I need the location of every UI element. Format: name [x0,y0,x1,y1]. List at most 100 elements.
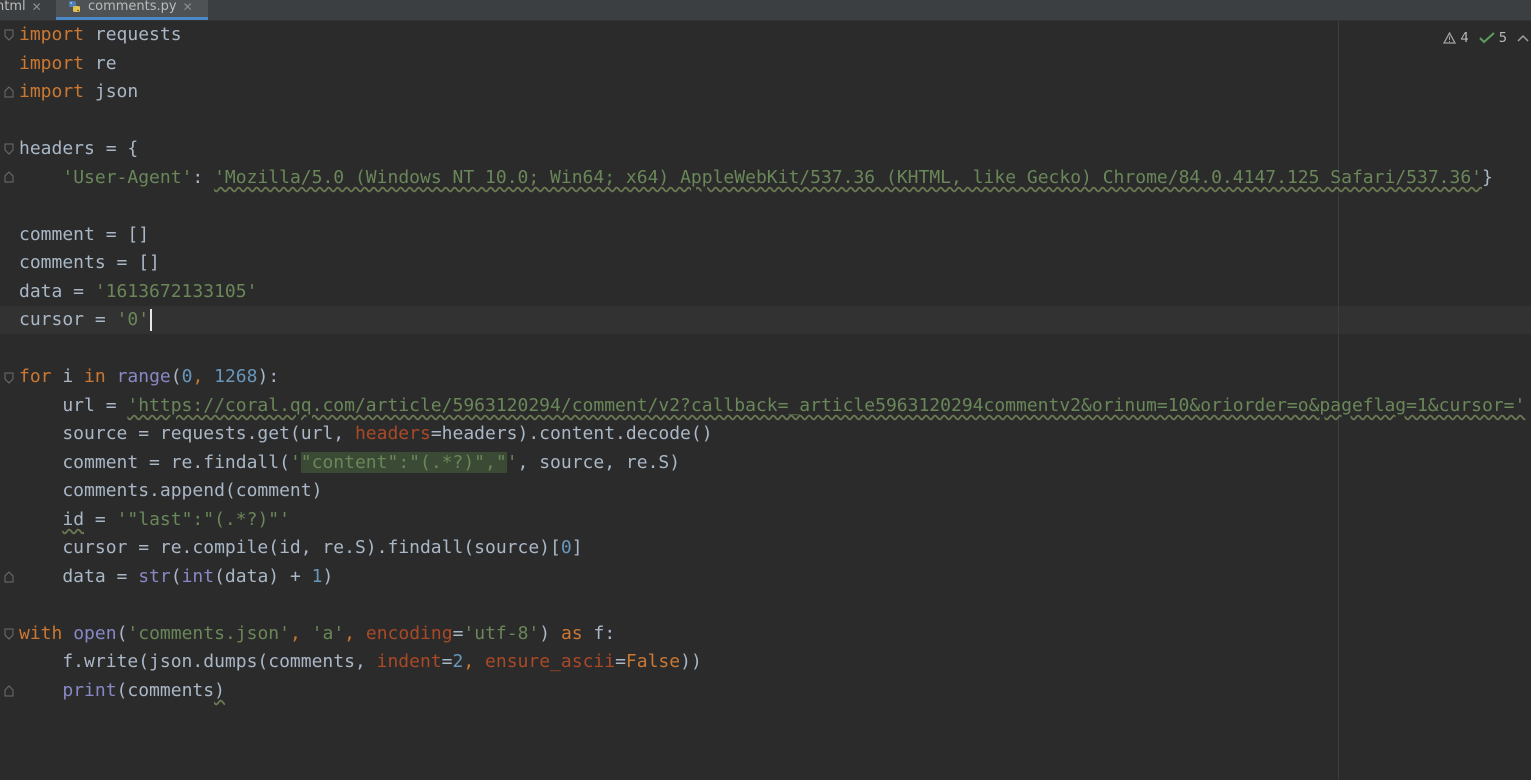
code-text: = [615,651,626,672]
code-text: comment = [] [19,224,150,245]
code-text: ] [571,537,583,558]
code-line-15: source = requests.get(url, headers=heade… [19,420,712,448]
warning-icon [1443,32,1457,44]
code-text: comment = re.findall( [19,452,290,473]
code-line-24: print(comments) [19,677,225,705]
keyword: import [19,24,85,45]
module-name: re [84,53,117,74]
tab-comments-py[interactable]: comments.py ✕ [56,0,208,20]
tab-label: html [0,0,26,14]
code-text: , [344,623,366,644]
code-text: url = [19,395,128,416]
string-literal: 'comments.json' [127,623,290,644]
builtin: print [62,680,117,701]
code-text: data = [19,566,139,587]
fold-icon[interactable] [4,171,14,183]
code-text: = [441,651,453,672]
keyword: import [19,81,85,102]
number-literal: 0 [560,537,572,558]
chevron-up-icon[interactable] [1517,33,1529,43]
close-icon[interactable]: ✕ [32,0,42,14]
code-line-2: import re [19,50,117,78]
code-editor[interactable]: import requests import re import json he… [0,21,1531,780]
fold-icon[interactable] [4,685,14,697]
string-literal: 'User-Agent' [62,167,193,188]
tab-html[interactable]: html ✕ [0,0,52,20]
code-text: , [192,366,215,387]
code-line-11: cursor = '0' [19,306,153,334]
string-literal: 'utf-8' [463,623,540,644]
code-text: ) [214,680,225,701]
tab-label: comments.py [88,0,177,14]
fold-icon[interactable] [4,571,14,583]
string-literal: ' [506,452,518,473]
code-text: } [1482,167,1493,188]
code-line-9: comments = [] [19,249,160,277]
string-literal: 'a' [311,623,345,644]
code-text: comments = [] [19,252,160,273]
code-text: ( [170,566,182,587]
fold-icon[interactable] [4,628,14,640]
code-text: (comments [116,680,215,701]
keyword-argument: headers [354,423,431,444]
inspection-widget[interactable]: 4 5 [1443,29,1531,47]
code-text: = [452,623,464,644]
keyword: False [625,651,681,672]
string-literal: '1613672133105' [94,281,258,302]
keyword: import [19,53,85,74]
number-literal: 1 [311,566,323,587]
code-text: f.write(json.dumps(comments, [19,651,377,672]
regex-highlight: "content":"(.*?)"," [300,452,507,473]
close-icon[interactable]: ✕ [183,0,193,14]
warning-count: 4 [1460,30,1469,46]
code-text: ) [322,566,334,587]
editor-tab-bar: html ✕ comments.py ✕ [0,0,1531,21]
code-text: data = [19,281,95,302]
string-literal: 'https://coral.qq.com/article/5963120294… [127,395,1526,416]
code-line-17: comments.append(comment) [19,477,322,505]
shadowed-name: id [62,509,85,530]
code-line-20: data = str(int(data) + 1) [19,563,333,591]
keyword: with [19,623,63,644]
code-text: ( [116,623,128,644]
gutter [0,21,18,780]
code-line-3: import json [19,78,138,106]
code-line-5: headers = { [19,135,138,163]
fold-icon[interactable] [4,86,14,98]
number-literal: 0 [181,366,193,387]
check-icon [1479,32,1495,44]
code-text: f: [582,623,616,644]
code-text: ): [257,366,280,387]
code-line-13: for i in range(0, 1268): [19,363,279,391]
text-caret [150,309,153,331]
keyword-argument: indent [376,651,442,672]
fold-icon[interactable] [4,372,14,384]
code-text: cursor = re.compile(id, re.S).findall(so… [19,537,561,558]
fold-icon[interactable] [4,29,14,41]
number-literal: 2 [452,651,464,672]
string-literal: 'Mozilla/5.0 (Windows NT 10.0; Win64; x6… [214,167,1483,188]
code-line-6: 'User-Agent': 'Mozilla/5.0 (Windows NT 1… [19,164,1493,192]
code-text: = [84,509,117,530]
weak-warning-count: 5 [1498,30,1507,46]
keyword-argument: ensure_ascii [485,651,616,672]
python-file-icon [69,1,80,12]
string-literal: '0' [116,309,150,330]
string-literal: ' [289,452,301,473]
code-text: source = requests.get(url, [19,423,355,444]
fold-icon[interactable] [4,143,14,155]
keyword: in [84,366,106,387]
code-line-23: f.write(json.dumps(comments, indent=2, e… [19,648,701,676]
module-name: json [84,81,139,102]
module-name: requests [84,24,182,45]
code-line-18: id = '"last":"(.*?)"' [19,506,290,534]
builtin: int [181,566,215,587]
code-text: , [289,623,312,644]
builtin: range [116,366,171,387]
code-text: headers = { [19,138,139,159]
code-text: i [51,366,85,387]
code-text: cursor = [19,309,117,330]
